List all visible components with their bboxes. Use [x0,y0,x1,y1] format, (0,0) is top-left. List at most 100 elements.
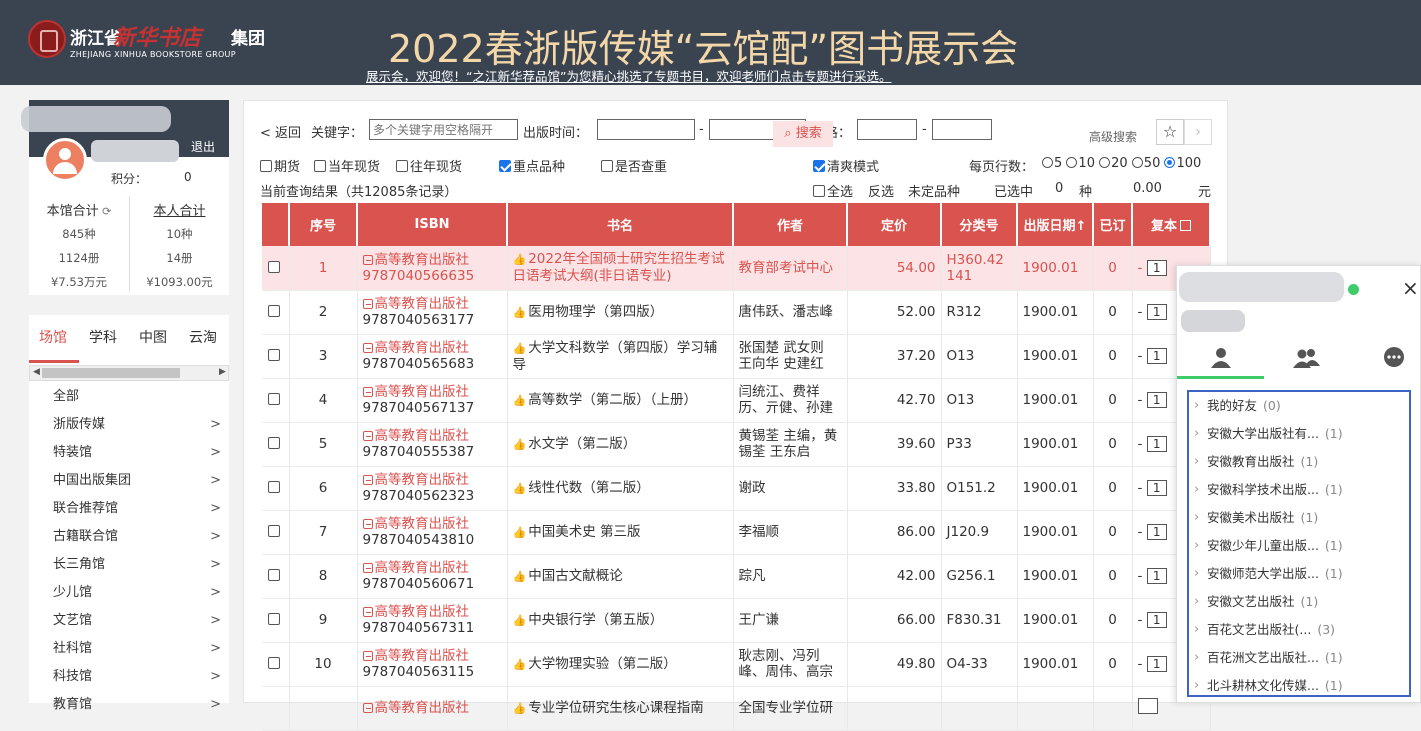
table-row[interactable]: 8 高等教育出版社 9787040560671 👍 中国古文献概论 踪凡 42.00 G256… [262,554,1211,599]
filter-dup-check[interactable]: 是否查重 [601,156,667,175]
publisher-link[interactable]: 高等教育出版社 [362,472,469,488]
page-size-50[interactable]: 50 [1131,156,1160,171]
publisher-link[interactable]: 高等教育出版社 [362,648,469,664]
search-button[interactable]: ⌕ 搜索 [773,121,833,147]
radio[interactable] [1099,157,1111,168]
table-row[interactable]: 10 高等教育出版社 9787040563115 👍 大学物理实验（第二版） 耿志刚、冯列… [262,642,1211,687]
scroll-left-icon[interactable]: ◀ [33,367,40,377]
scroll-thumb[interactable] [42,368,180,378]
checkbox[interactable] [268,613,281,625]
radio[interactable] [1131,157,1143,168]
radio[interactable] [1066,157,1078,168]
checkbox[interactable] [268,525,281,537]
table-row[interactable]: 高等教育出版社 👍 专业学位研究生核心课程指南 全国专业学位研 [262,686,1211,731]
nav-item[interactable]: 长三角馆 > [29,551,229,579]
checkbox[interactable] [260,160,272,172]
table-row[interactable]: 5 高等教育出版社 9787040555387 👍 水文学（第二版） 黄锡荃 主编，黄锡荃… [262,422,1211,467]
filter-futures[interactable]: 期货 [260,156,300,175]
avatar[interactable] [43,138,87,182]
back-link[interactable]: < 返回 [260,122,301,141]
page-size-10[interactable]: 10 [1066,156,1095,171]
chevron-right-icon[interactable]: › [1184,119,1212,145]
friend-group-item[interactable]: 百花洲文艺出版社... (1) [1189,644,1409,672]
friend-group-item[interactable]: 安徽少年儿童出版... (1) [1189,532,1409,560]
friend-group-item[interactable]: 百花文艺出版社(... (3) [1189,616,1409,644]
checkbox[interactable] [314,160,326,172]
checkbox[interactable] [268,481,281,493]
chat-bubble-icon[interactable] [1379,346,1409,370]
nav-item[interactable]: 少儿馆 > [29,579,229,607]
clean-mode-toggle[interactable]: 清爽模式 [813,156,879,175]
row-title-cell[interactable]: 👍 高等数学（第二版）（上册） [507,378,734,423]
radio-selected[interactable] [1164,157,1176,168]
checkbox[interactable] [813,185,825,197]
friend-group-item[interactable]: 安徽教育出版社 (1) [1189,448,1409,476]
row-title-cell[interactable]: 👍 医用物理学（第四版） [507,290,734,335]
publisher-link[interactable]: 高等教育出版社 [362,428,469,444]
tab-clc[interactable]: 中图 [139,327,167,347]
price-to-input[interactable] [932,119,992,140]
checkbox[interactable] [601,160,613,172]
nav-item[interactable]: 中国出版集团 > [29,467,229,495]
publisher-link[interactable]: 高等教育出版社 [362,296,469,312]
header-date[interactable]: 出版日期↑ [1017,203,1094,246]
banner-notice-link[interactable]: 展示会，欢迎您！“之江新华荐品馆”为您精心挑选了专题书目，欢迎老师们点击专题进行… [366,66,891,85]
row-title-cell[interactable]: 👍 专业学位研究生核心课程指南 [507,686,734,731]
tab-subject[interactable]: 学科 [89,327,117,347]
tab-venue[interactable]: 场馆 [39,327,67,347]
group-icon[interactable] [1291,346,1321,370]
undecided-items-link[interactable]: 未定品种 [908,181,960,200]
library-total-label[interactable]: 本馆合计 ⟳ [29,200,129,222]
table-row[interactable]: 3 高等教育出版社 9787040565683 👍 大学文科数学（第四版）学习辅导 张国楚… [262,334,1211,379]
filter-past-year[interactable]: 往年现货 [396,156,462,175]
row-title-cell[interactable]: 👍 水文学（第二版） [507,422,734,467]
row-title-cell[interactable]: 👍 中国古文献概论 [507,554,734,599]
publisher-link[interactable]: 高等教育出版社 [362,252,469,268]
copies-input[interactable]: 1 [1146,480,1167,496]
nav-item[interactable]: 全部 [29,383,229,411]
edit-icon[interactable] [1180,220,1191,231]
publisher-link[interactable]: 高等教育出版社 [362,560,469,576]
checkbox[interactable] [396,160,408,172]
row-title-cell[interactable]: 👍 中国美术史 第三版 [507,510,734,555]
publisher-link[interactable]: 高等教育出版社 [362,340,469,356]
nav-item[interactable]: 联合推荐馆 > [29,495,229,523]
copies-input[interactable]: 1 [1146,392,1167,408]
copies-input[interactable]: 1 [1146,612,1167,628]
table-row[interactable]: 9 高等教育出版社 9787040567311 👍 中央银行学（第五版） 王广谦 66.00… [262,598,1211,643]
person-icon[interactable] [1206,346,1236,370]
price-from-input[interactable] [857,119,917,140]
checkbox[interactable] [268,657,281,669]
friend-group-item[interactable]: 北斗耕林文化传媒... (1) [1189,672,1409,700]
checkbox[interactable] [268,305,281,317]
row-title-cell[interactable]: 👍 大学文科数学（第四版）学习辅导 [507,334,734,379]
publisher-link[interactable]: 高等教育出版社 [362,604,469,620]
page-size-20[interactable]: 20 [1099,156,1128,171]
row-title-cell[interactable]: 👍 2022年全国硕士研究生招生考试日语考试大纲(非日语专业) [507,246,734,291]
friend-group-item[interactable]: 安徽大学出版社有... (1) [1189,420,1409,448]
logout-link[interactable]: 退出 [191,138,215,155]
table-row[interactable]: 2 高等教育出版社 9787040563177 👍 医用物理学（第四版） 唐伟跃、潘志峰 5… [262,290,1211,335]
friend-group-item[interactable]: 安徽师范大学出版... (1) [1189,560,1409,588]
table-row[interactable]: 7 高等教育出版社 9787040543810 👍 中国美术史 第三版 李福顺 86.00 J… [262,510,1211,555]
friend-group-item[interactable]: 安徽科学技术出版... (1) [1189,476,1409,504]
friend-group-item[interactable]: 我的好友 (0) [1189,392,1409,420]
table-row[interactable]: 1 高等教育出版社 9787040566635 👍 2022年全国硕士研究生招生考试日语… [262,246,1211,291]
nav-item[interactable]: 古籍联合馆 > [29,523,229,551]
table-row[interactable]: 4 高等教育出版社 9787040567137 👍 高等数学（第二版）（上册） 闫统江、费… [262,378,1211,423]
checkbox[interactable] [268,349,281,361]
checkbox[interactable] [268,569,281,581]
nav-item[interactable]: 教育馆 > [29,691,229,719]
scroll-right-icon[interactable]: ▶ [219,367,226,377]
copies-input[interactable]: 1 [1146,524,1167,540]
checkbox[interactable] [268,393,281,405]
filter-key-items[interactable]: 重点品种 [499,156,565,175]
filter-current-year[interactable]: 当年现货 [314,156,380,175]
nav-item[interactable]: 特装馆 > [29,439,229,467]
advanced-search-link[interactable]: 高级搜索 [1089,128,1137,145]
table-row[interactable]: 6 高等教育出版社 9787040562323 👍 线性代数（第二版） 谢政 33.80 O1… [262,466,1211,511]
radio[interactable] [1042,157,1053,168]
tab-cloud[interactable]: 云淘 [189,327,217,347]
close-icon[interactable]: × [1402,276,1419,300]
personal-total-link[interactable]: 本人合计 [130,200,229,222]
